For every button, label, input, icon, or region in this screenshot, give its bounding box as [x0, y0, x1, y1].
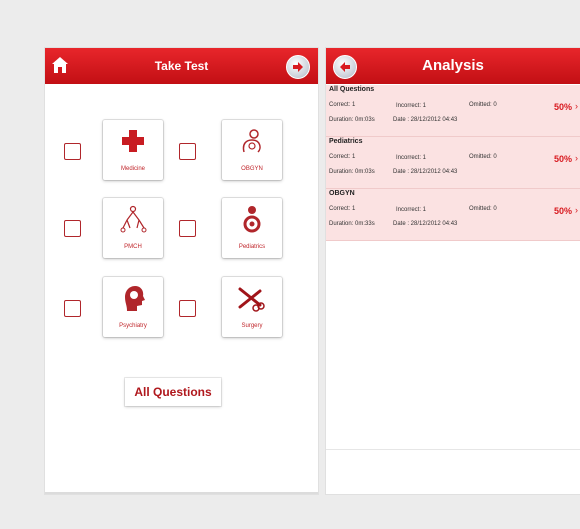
duration: Duration: 0m:33s — [329, 221, 375, 227]
arrow-right-icon — [293, 62, 303, 72]
tile-label: OBGYN — [241, 166, 263, 172]
incorrect-count: Incorrect: 1 — [396, 207, 427, 213]
analysis-screen: Analysis All Questions Correct: 1 Incorr… — [326, 48, 580, 494]
chevron-right-icon: › — [575, 153, 578, 163]
result-row[interactable]: Pediatrics Correct: 1 Incorrect: 1 Omitt… — [326, 137, 580, 189]
score-percent: 50% — [553, 154, 572, 164]
correct-count: Correct: 1 — [329, 154, 356, 160]
tile-pmch[interactable]: PMCH — [103, 198, 163, 258]
scissors-icon — [238, 287, 265, 312]
page-title: Analysis — [422, 57, 484, 74]
page-title: Take Test — [154, 59, 209, 73]
date: Date : 28/12/2012 04:43 — [393, 169, 458, 175]
incorrect-count: Incorrect: 1 — [396, 103, 427, 109]
result-row[interactable]: OBGYN Correct: 1 Incorrect: 1 Omitted: 0… — [326, 189, 580, 241]
tile-label: PMCH — [124, 244, 142, 250]
chevron-right-icon: › — [575, 101, 578, 111]
tile-obgyn[interactable]: OBGYN — [222, 120, 282, 180]
medical-cross-icon — [122, 130, 144, 152]
mother-child-icon — [243, 206, 261, 233]
result-name: All Questions — [329, 86, 375, 93]
date: Date : 28/12/2012 04:43 — [393, 117, 458, 123]
result-name: OBGYN — [329, 190, 355, 197]
omitted-count: Omitted: 0 — [469, 206, 497, 212]
take-test-header: Take Test — [45, 48, 318, 84]
duration: Duration: 0m:03s — [329, 169, 375, 175]
incorrect-count: Incorrect: 1 — [396, 155, 427, 161]
bottom-divider — [45, 492, 318, 494]
surgery-checkbox[interactable] — [179, 300, 196, 317]
empty-list-row — [326, 241, 580, 294]
tile-label: Pediatrics — [238, 244, 266, 250]
score-percent: 50% — [553, 206, 572, 216]
tile-psychiatry[interactable]: Psychiatry — [103, 277, 163, 337]
correct-count: Correct: 1 — [329, 102, 356, 108]
omitted-count: Omitted: 0 — [469, 102, 497, 108]
date: Date : 28/12/2012 04:43 — [393, 221, 458, 227]
analysis-header: Analysis — [326, 48, 580, 84]
chevron-right-icon: › — [575, 205, 578, 215]
empty-list-row — [326, 397, 580, 450]
tile-surgery[interactable]: Surgery — [222, 277, 282, 337]
medicine-checkbox[interactable] — [64, 143, 81, 160]
obgyn-checkbox[interactable] — [179, 143, 196, 160]
next-button[interactable] — [286, 55, 310, 79]
tile-pediatrics[interactable]: Pediatrics — [222, 198, 282, 258]
empty-list-row — [326, 345, 580, 398]
score-percent: 50% — [553, 102, 572, 112]
tile-label: Psychiatry — [119, 323, 147, 329]
take-test-screen: Take Test Medicine OBGYN PMCH Pediatrics… — [45, 48, 318, 494]
omitted-count: Omitted: 0 — [469, 154, 497, 160]
pmch-checkbox[interactable] — [64, 220, 81, 237]
psychiatry-checkbox[interactable] — [64, 300, 81, 317]
empty-list-row — [326, 293, 580, 346]
tile-label: Medicine — [120, 166, 145, 172]
tile-medicine[interactable]: Medicine — [103, 120, 163, 180]
family-tree-icon — [120, 205, 147, 233]
result-name: Pediatrics — [329, 138, 363, 145]
all-questions-button[interactable]: All Questions — [125, 378, 221, 406]
correct-count: Correct: 1 — [329, 206, 356, 212]
pregnancy-icon — [242, 129, 261, 153]
head-brain-icon — [125, 286, 145, 311]
duration: Duration: 0m:03s — [329, 117, 375, 123]
result-row[interactable]: All Questions Correct: 1 Incorrect: 1 Om… — [326, 85, 580, 137]
pediatrics-checkbox[interactable] — [179, 220, 196, 237]
tile-label: Surgery — [241, 323, 263, 329]
